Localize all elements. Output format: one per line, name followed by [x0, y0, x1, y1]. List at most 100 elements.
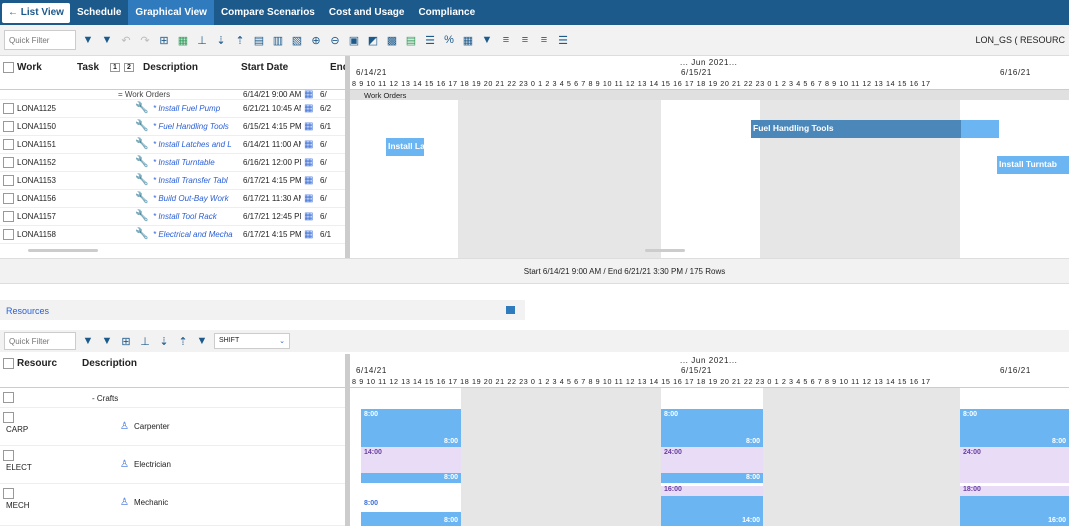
collapse-icon[interactable]: ⇡: [176, 334, 190, 348]
tree-icon[interactable]: ⊥: [138, 334, 152, 348]
clear-filter-icon[interactable]: ▼: [100, 334, 114, 348]
fit-icon[interactable]: ▣: [347, 33, 361, 47]
filter-icon[interactable]: ▼: [81, 334, 95, 348]
row-checkbox[interactable]: [3, 157, 14, 168]
filter-icon[interactable]: ▼: [81, 33, 95, 47]
table-row[interactable]: LONA1157 🔧 * Install Tool Rack 6/17/21 1…: [0, 208, 345, 226]
list-view-button[interactable]: ← List View: [2, 2, 70, 23]
row-checkbox[interactable]: [3, 139, 14, 150]
table-row[interactable]: LONA1152 🔧 * Install Turntable 6/16/21 1…: [0, 154, 345, 172]
table-row[interactable]: LONA1156 🔧 * Build Out-Bay Work 6/17/21 …: [0, 190, 345, 208]
hierarchy-icon[interactable]: ⊞: [119, 334, 133, 348]
col-task[interactable]: Task: [77, 62, 99, 73]
schedule-all-icon[interactable]: ▧: [290, 33, 304, 47]
level-1-button[interactable]: 1: [110, 63, 120, 72]
chart-icon[interactable]: ▩: [385, 33, 399, 47]
align-left-icon[interactable]: ≡: [499, 33, 513, 47]
row-checkbox[interactable]: [3, 450, 14, 461]
work-order-description[interactable]: * Install Turntable: [153, 158, 237, 167]
row-checkbox[interactable]: [3, 121, 14, 132]
bar-install-latches[interactable]: Install La: [386, 138, 424, 156]
row-checkbox[interactable]: [3, 193, 14, 204]
calendar-icon[interactable]: ▦: [176, 33, 190, 47]
group-row[interactable]: - Crafts: [0, 388, 345, 408]
hierarchy-icon[interactable]: ⊞: [157, 33, 171, 47]
capacity-block[interactable]: 14:00: [361, 447, 461, 473]
columns-icon[interactable]: ☰: [423, 33, 437, 47]
work-order-description[interactable]: * Install Fuel Pump: [153, 104, 237, 113]
shift-select[interactable]: SHIFT ⌄: [214, 333, 290, 349]
capacity-block[interactable]: 8:00 8:00: [361, 409, 461, 447]
bar-install-turntable[interactable]: Install Turntab: [997, 156, 1069, 174]
work-order-description[interactable]: * Electrical and Mecha: [153, 230, 237, 239]
select-all-checkbox[interactable]: [3, 62, 14, 73]
level-2-button[interactable]: 2: [124, 63, 134, 72]
calendar-icon[interactable]: ▦: [304, 229, 313, 240]
col-description[interactable]: Description: [143, 62, 198, 73]
calendar-icon[interactable]: ▦: [304, 139, 313, 150]
table-row[interactable]: LONA1125 🔧 * Install Fuel Pump 6/21/21 1…: [0, 100, 345, 118]
col-work[interactable]: Work: [17, 62, 42, 73]
grid-icon[interactable]: ▦: [461, 33, 475, 47]
calendar-icon[interactable]: ▦: [304, 89, 313, 100]
select-all-checkbox[interactable]: [3, 358, 14, 369]
capacity-block[interactable]: 8:00: [361, 512, 461, 526]
calendar-icon[interactable]: ▦: [304, 211, 313, 222]
row-checkbox[interactable]: [3, 103, 14, 114]
export-icon[interactable]: ◩: [366, 33, 380, 47]
calendar-icon[interactable]: ▦: [304, 175, 313, 186]
row-checkbox[interactable]: [3, 392, 14, 403]
resource-row[interactable]: MECH ♙ Mechanic: [0, 484, 345, 526]
resource-row[interactable]: CARP ♙ Carpenter: [0, 408, 345, 446]
capacity-block[interactable]: 8:00 8:00: [661, 409, 763, 447]
capacity-block[interactable]: 8:00: [361, 473, 461, 483]
zoom-in-icon[interactable]: ⊕: [309, 33, 323, 47]
bar-fuel-handling-tools[interactable]: Fuel Handling Tools: [751, 120, 961, 138]
quick-filter-input[interactable]: [4, 30, 76, 50]
row-checkbox[interactable]: [3, 175, 14, 186]
horizontal-scrollbar[interactable]: [28, 249, 98, 252]
table-row[interactable]: LONA1150 🔧 * Fuel Handling Tools 6/15/21…: [0, 118, 345, 136]
gantt-icon[interactable]: ▤: [404, 33, 418, 47]
redo-icon[interactable]: ↷: [138, 33, 152, 47]
align-right-icon[interactable]: ≡: [537, 33, 551, 47]
expand-icon[interactable]: ⇣: [214, 33, 228, 47]
work-order-description[interactable]: * Build Out-Bay Work: [153, 194, 237, 203]
horizontal-scrollbar[interactable]: [645, 249, 685, 252]
group-row[interactable]: = Work Orders 6/14/21 9:00 AM ▦ 6/: [0, 89, 345, 100]
tab-cost-and-usage[interactable]: Cost and Usage: [322, 0, 412, 25]
capacity-block[interactable]: 16:00: [960, 496, 1069, 526]
resource-quick-filter[interactable]: [4, 332, 76, 350]
zoom-out-icon[interactable]: ⊖: [328, 33, 342, 47]
col-description[interactable]: Description: [82, 358, 137, 369]
row-checkbox[interactable]: [3, 488, 14, 499]
filter-list-icon[interactable]: ▼: [480, 33, 494, 47]
maximize-icon[interactable]: [506, 306, 515, 314]
clear-filter-icon[interactable]: ▼: [100, 33, 114, 47]
capacity-block[interactable]: 24:00: [661, 447, 763, 473]
capacity-block[interactable]: 18:00: [960, 486, 1069, 496]
col-start-date[interactable]: Start Date: [241, 62, 288, 73]
capacity-block[interactable]: 8:00: [661, 473, 763, 483]
unschedule-icon[interactable]: ▥: [271, 33, 285, 47]
table-row[interactable]: LONA1158 🔧 * Electrical and Mecha 6/17/2…: [0, 226, 345, 244]
work-order-description[interactable]: * Install Latches and L: [153, 140, 237, 149]
capacity-block[interactable]: 24:00: [960, 447, 1069, 483]
tab-compare-scenarios[interactable]: Compare Scenarios: [214, 0, 322, 25]
schedule-icon[interactable]: ▤: [252, 33, 266, 47]
calendar-icon[interactable]: ▦: [304, 121, 313, 132]
calendar-icon[interactable]: ▦: [304, 193, 313, 204]
tab-graphical-view[interactable]: Graphical View: [128, 0, 214, 25]
collapse-icon[interactable]: ⇡: [233, 33, 247, 47]
col-resource[interactable]: Resourc: [17, 358, 57, 369]
align-center-icon[interactable]: ≡: [518, 33, 532, 47]
calendar-icon[interactable]: ▦: [304, 157, 313, 168]
calendar-icon[interactable]: ▦: [304, 103, 313, 114]
expand-icon[interactable]: ⇣: [157, 334, 171, 348]
undo-icon[interactable]: ↶: [119, 33, 133, 47]
resource-row[interactable]: ELECT ♙ Electrician: [0, 446, 345, 484]
col-end-date[interactable]: End: [330, 62, 345, 73]
capacity-block[interactable]: 8:00 8:00: [960, 409, 1069, 447]
row-checkbox[interactable]: [3, 211, 14, 222]
row-checkbox[interactable]: [3, 229, 14, 240]
